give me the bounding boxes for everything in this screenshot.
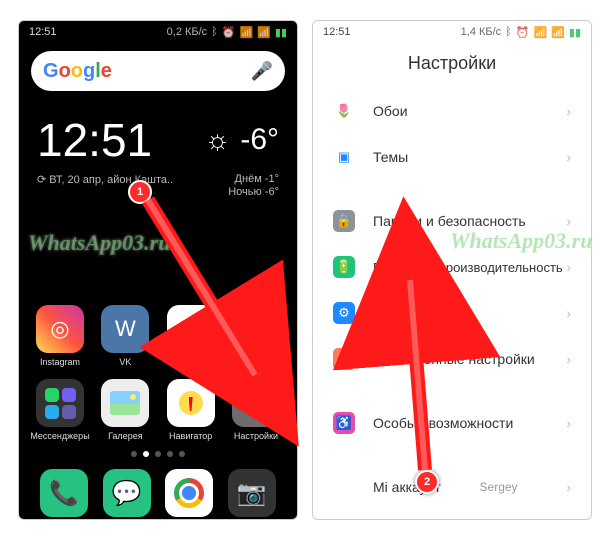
vk-icon: W <box>101 305 149 353</box>
page-indicator[interactable] <box>31 451 285 457</box>
settings-item-themes[interactable]: ▣ Темы › <box>313 134 591 180</box>
bluetooth-icon: ᛒ <box>505 26 512 38</box>
sun-icon: ☼ <box>205 124 231 156</box>
settings-title: Настройки <box>313 43 591 88</box>
statusbar-left: 12:51 0,2 КБ/с ᛒ ⏰ 📶 📶 ▮▮ <box>19 21 297 43</box>
chevron-right-icon: › <box>566 103 571 119</box>
dock-phone[interactable]: 📞 <box>40 469 88 517</box>
date-row: ⟳ ВТ, 20 апр, айон Кашта.. Днём -1° Ночь… <box>19 171 297 211</box>
sb-time: 12:51 <box>29 26 57 38</box>
home-screen: Google 🎤 12:51 ☼ -6° ⟳ ВТ, 20 апр, айон … <box>19 51 297 520</box>
advanced-icon: ⋯ <box>333 348 355 370</box>
temperature: -6° <box>240 123 279 157</box>
mic-icon[interactable]: 🎤 <box>251 61 273 82</box>
instagram-icon: ◎ <box>36 305 84 353</box>
settings-item-battery[interactable]: 🔋 Питание и производительность › <box>313 244 591 290</box>
chevron-right-icon: › <box>566 149 571 165</box>
themes-icon: ▣ <box>333 146 355 168</box>
chevron-right-icon: › <box>566 259 571 275</box>
settings-item-apps[interactable]: ⚙ Приложения › <box>313 290 591 336</box>
lock-icon: 🔒 <box>333 210 355 232</box>
alarm-icon: ⏰ <box>516 26 530 39</box>
weather-widget[interactable]: 12:51 ☼ -6° <box>19 99 297 171</box>
battery-icon: ▮▮ <box>569 26 581 39</box>
dock: 📞 💬 📷 <box>19 469 297 517</box>
app-gmail[interactable]: M Gmail <box>227 305 285 367</box>
sb-time: 12:51 <box>323 26 351 38</box>
refresh-icon: ⟳ <box>37 174 49 186</box>
sb-icons: 0,2 КБ/с ᛒ ⏰ 📶 📶 ▮▮ <box>167 26 287 39</box>
settings-item-wallpaper[interactable]: 🌷 Обои › <box>313 88 591 134</box>
wifi-icon: 📶 <box>257 26 271 39</box>
chevron-right-icon: › <box>566 351 571 367</box>
chevron-right-icon: › <box>566 479 571 495</box>
dock-messages[interactable]: 💬 <box>103 469 151 517</box>
phone-home: 12:51 0,2 КБ/с ᛒ ⏰ 📶 📶 ▮▮ Google 🎤 12:51… <box>18 20 298 520</box>
chevron-right-icon: › <box>566 305 571 321</box>
alarm-icon: ⏰ <box>222 26 236 39</box>
battery-icon: 🔋 <box>333 256 355 278</box>
sb-net: 1,4 КБ/с <box>461 26 502 38</box>
google-search-bar[interactable]: Google 🎤 <box>31 51 285 91</box>
youtube-icon: ▶ <box>167 305 215 353</box>
settings-item-accessibility[interactable]: ♿ Особые возможности › <box>313 400 591 446</box>
signal-icon: 📶 <box>533 26 547 39</box>
accessibility-icon: ♿ <box>333 412 355 434</box>
gallery-icon <box>101 379 149 427</box>
settings-item-mi-account[interactable]: mi Mi аккаунт Sergey › <box>313 464 591 510</box>
bluetooth-icon: ᛒ <box>211 26 218 38</box>
chevron-right-icon: › <box>566 415 571 431</box>
navigator-icon <box>167 379 215 427</box>
settings-item-advanced[interactable]: ⋯ Расширенные настройки › <box>313 336 591 382</box>
settings-list: Настройки 🌷 Обои › ▣ Темы › 🔒 Пароли и б… <box>313 43 591 519</box>
app-instagram[interactable]: ◎ Instagram <box>31 305 89 367</box>
app-grid: ◎ Instagram W VK ▶ YouTube M Gmail <box>19 305 297 457</box>
wallpaper-icon: 🌷 <box>333 100 355 122</box>
dock-camera[interactable]: 📷 <box>228 469 276 517</box>
settings-icon: ⚙ <box>232 379 280 427</box>
settings-item-google[interactable]: G Google › <box>313 510 591 519</box>
folder-icon <box>36 379 84 427</box>
phone-settings: 12:51 1,4 КБ/с ᛒ ⏰ 📶 📶 ▮▮ Настройки 🌷 Об… <box>312 20 592 520</box>
battery-icon: ▮▮ <box>275 26 287 39</box>
widget-time: 12:51 <box>37 113 152 167</box>
app-gallery[interactable]: Галерея <box>96 379 154 441</box>
app-vk[interactable]: W VK <box>96 305 154 367</box>
wifi-icon: 📶 <box>551 26 565 39</box>
app-settings[interactable]: ⚙ Настройки <box>227 379 285 441</box>
settings-item-security[interactable]: 🔒 Пароли и безопасность › <box>313 198 591 244</box>
signal-icon: 📶 <box>239 26 253 39</box>
mi-icon: mi <box>333 476 355 498</box>
apps-icon: ⚙ <box>333 302 355 324</box>
app-messengers-folder[interactable]: Мессенджеры <box>31 379 89 441</box>
sb-icons: 1,4 КБ/с ᛒ ⏰ 📶 📶 ▮▮ <box>461 26 581 39</box>
app-youtube[interactable]: ▶ YouTube <box>162 305 220 367</box>
mi-account-value: Sergey <box>480 480 518 494</box>
dock-chrome[interactable] <box>165 469 213 517</box>
gmail-icon: M <box>232 305 280 353</box>
chevron-right-icon: › <box>566 213 571 229</box>
statusbar-right: 12:51 1,4 КБ/с ᛒ ⏰ 📶 📶 ▮▮ <box>313 21 591 43</box>
app-navigator[interactable]: Навигатор <box>162 379 220 441</box>
date-text: ⟳ ВТ, 20 апр, айон Кашта.. <box>37 173 173 199</box>
sb-net: 0,2 КБ/с <box>167 26 208 38</box>
day-night-temps: Днём -1° Ночью -6° <box>228 173 279 199</box>
widget-temp-block: ☼ -6° <box>205 123 279 157</box>
google-logo: Google <box>43 60 112 83</box>
